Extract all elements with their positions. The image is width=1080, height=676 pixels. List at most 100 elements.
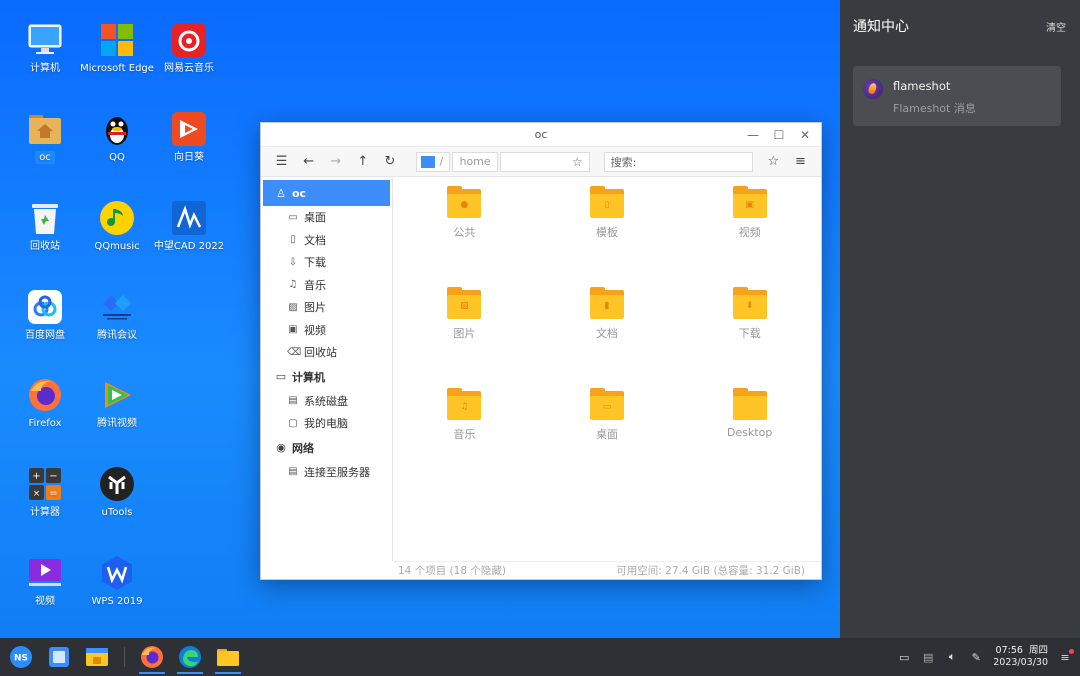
taskbar-edge-button[interactable] <box>173 640 207 674</box>
breadcrumb-root[interactable]: / <box>416 151 451 172</box>
desktop-icon: ▭ <box>288 211 298 223</box>
minimize-button[interactable]: — <box>745 123 761 147</box>
notification-icon[interactable]: ▭ <box>897 651 911 664</box>
up-button[interactable]: ↑ <box>350 150 375 174</box>
folder-item[interactable]: ♫ 音乐 <box>393 388 536 489</box>
folder-item[interactable]: ▣ 视频 <box>678 186 821 287</box>
clock-weekday: 周四 <box>1028 645 1048 656</box>
video-icon: ▣ <box>288 324 298 336</box>
desktop-icon-video[interactable]: 视频 <box>5 555 85 608</box>
desktop-icon-wps[interactable]: WPS 2019 <box>77 555 157 608</box>
sidebar-item-user[interactable]: ♙ oc <box>263 180 390 206</box>
sidebar-item-downloads[interactable]: ⇩ 下载 <box>261 251 392 274</box>
drive-icon <box>421 155 436 168</box>
desktop-icon-label: oc <box>35 151 55 164</box>
desktop-icon-zwcad[interactable]: 中望CAD 2022 <box>149 200 229 253</box>
folder-item[interactable]: ▮ 文档 <box>536 287 679 388</box>
sidebar-item-pictures[interactable]: ▨ 图片 <box>261 296 392 319</box>
download-icon: ⬇ <box>745 301 754 311</box>
desktop-icon-utools[interactable]: uTools <box>77 466 157 519</box>
folder-icon <box>732 388 767 420</box>
back-button[interactable]: ← <box>296 150 321 174</box>
favorite-star-icon[interactable]: ☆ <box>761 150 786 174</box>
file-manager-window[interactable]: oc — ☐ ✕ ☰ ← → ↑ ↻ / home ☆ 搜索: ☆ ≡ ♙ oc… <box>260 122 822 580</box>
svg-text:−: − <box>49 471 57 482</box>
desktop-icon-tencent-video[interactable]: 腾讯视频 <box>77 377 157 430</box>
taskbar-firefox-button[interactable] <box>135 640 169 674</box>
home-folder-icon <box>27 111 63 147</box>
template-icon: ▯ <box>604 200 610 210</box>
desktop-icon-label: uTools <box>101 507 133 518</box>
taskbar-multitask-button[interactable] <box>42 640 76 674</box>
search-input[interactable]: 搜索: <box>603 151 753 172</box>
desktop-icon-sunlogin[interactable]: 向日葵 <box>149 111 229 164</box>
music-icon: ♫ <box>288 279 298 291</box>
breadcrumb-home[interactable]: home <box>452 151 498 172</box>
desktop-icon-qqmusic[interactable]: QQmusic <box>77 200 157 253</box>
multitask-icon <box>49 647 69 667</box>
desktop-icon-computer[interactable]: 计算机 <box>5 22 85 75</box>
volume-icon[interactable]: 🔈︎ <box>945 650 959 664</box>
sidebar-head-computer[interactable]: ▭ 计算机 <box>261 364 392 390</box>
desktop-icon-tencent-meeting[interactable]: 腾讯会议 <box>77 289 157 342</box>
folder-item[interactable]: ⬇ 下载 <box>678 287 821 388</box>
folder-item[interactable]: ▯ 模板 <box>536 186 679 287</box>
sidebar-item-videos[interactable]: ▣ 视频 <box>261 319 392 342</box>
desktop-icon-label: 中望CAD 2022 <box>153 241 225 252</box>
close-button[interactable]: ✕ <box>797 123 813 147</box>
sidebar-item-my-computer[interactable]: ▢ 我的电脑 <box>261 412 392 435</box>
breadcrumb-current[interactable]: ☆ <box>499 151 590 172</box>
desktop-icon-baidu-netdisk[interactable]: 百度网盘 <box>5 289 85 342</box>
forward-button[interactable]: → <box>323 150 348 174</box>
utools-icon <box>99 466 135 502</box>
folder-item[interactable]: ▭ 桌面 <box>536 388 679 489</box>
notification-center-title: 通知中心 <box>853 19 909 35</box>
start-menu-button[interactable]: NS <box>4 640 38 674</box>
desktop-icon-edge-squares[interactable]: Microsoft Edge <box>77 22 157 75</box>
desktop-icon-qq[interactable]: QQ <box>77 111 157 164</box>
keyboard-icon[interactable]: ▤ <box>921 651 935 664</box>
bookmark-star-icon[interactable]: ☆ <box>572 155 583 169</box>
desktop-icon-label: 向日葵 <box>174 152 204 163</box>
window-titlebar[interactable]: oc — ☐ ✕ <box>261 123 821 147</box>
firefox-icon <box>27 377 63 413</box>
list-view-icon[interactable]: ≡ <box>788 150 813 174</box>
clock[interactable]: 07:56 周四 2023/03/30 <box>993 645 1048 669</box>
folder-item[interactable]: ● 公共 <box>393 186 536 287</box>
folder-item[interactable]: Desktop <box>678 388 821 489</box>
sidebar-item-connect-server[interactable]: ▤ 连接至服务器 <box>261 461 392 484</box>
desktop-icon-trash[interactable]: 回收站 <box>5 200 85 253</box>
flameshot-tray-icon[interactable]: ✎ <box>969 651 983 664</box>
maximize-button[interactable]: ☐ <box>771 123 787 147</box>
notification-center-toggle-icon[interactable]: ≡ <box>1058 648 1074 664</box>
sidebar-item-music[interactable]: ♫ 音乐 <box>261 274 392 297</box>
taskbar-file-manager-button[interactable] <box>80 640 114 674</box>
refresh-button[interactable]: ↻ <box>377 150 402 174</box>
folder-item[interactable]: ▨ 图片 <box>393 287 536 388</box>
document-icon: ▯ <box>290 234 296 246</box>
notification-card[interactable]: flameshot Flameshot 消息 <box>853 66 1061 126</box>
desktop-icon-label: WPS 2019 <box>91 596 143 607</box>
menu-icon[interactable]: ☰ <box>269 150 294 174</box>
clear-notifications-button[interactable]: 清空 <box>1046 19 1066 34</box>
download-icon: ⇩ <box>288 256 298 268</box>
desktop-icon: ▭ <box>602 402 612 412</box>
desktop-icon-calculator[interactable]: + − × = 计算器 <box>5 466 85 519</box>
desktop-icon-firefox[interactable]: Firefox <box>5 377 85 430</box>
trash-icon: ⌫ <box>287 346 302 358</box>
desktop-icon-netease-music[interactable]: 网易云音乐 <box>149 22 229 75</box>
desktop-icon-home-folder[interactable]: oc <box>5 111 85 164</box>
music-icon: ♫ <box>460 402 469 412</box>
window-title: oc <box>534 128 548 141</box>
desktop-icon-label: 腾讯会议 <box>97 330 137 341</box>
sidebar-item-trash[interactable]: ⌫ 回收站 <box>261 341 392 364</box>
sidebar-item-documents[interactable]: ▯ 文档 <box>261 229 392 252</box>
folder-icon: ▣ <box>732 186 767 218</box>
file-grid: ● 公共 ▯ 模板 ▣ 视频 ▨ 图片 ▮ 文档 ⬇ 下载 ♫ 音乐 ▭ 桌面 … <box>393 178 821 561</box>
taskbar-folder-button[interactable] <box>211 640 245 674</box>
desktop-icon-label: Firefox <box>28 418 62 429</box>
sidebar-head-network[interactable]: ◉ 网络 <box>261 435 392 461</box>
sidebar-item-system-disk[interactable]: ▤ 系统磁盘 <box>261 390 392 413</box>
desktop-icon-label: 计算器 <box>30 507 60 518</box>
sidebar-item-desktop[interactable]: ▭ 桌面 <box>261 206 392 229</box>
